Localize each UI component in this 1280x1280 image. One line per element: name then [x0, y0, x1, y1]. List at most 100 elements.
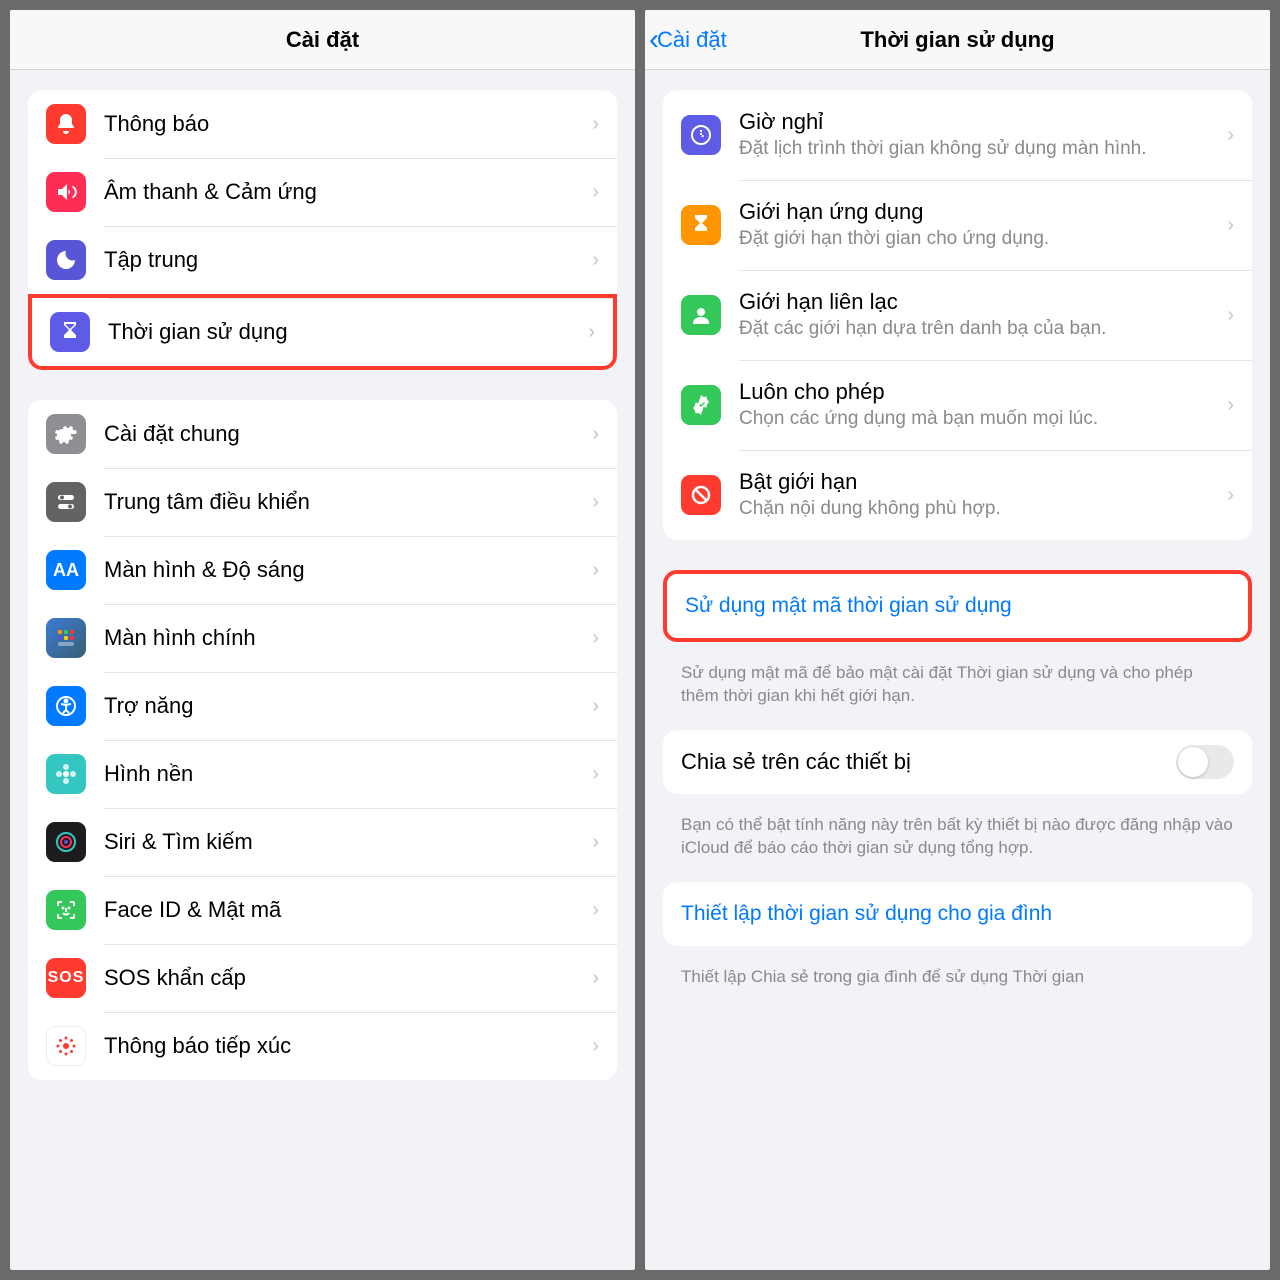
- chevron-right-icon: ›: [592, 559, 599, 582]
- link-label: Sử dụng mật mã thời gian sử dụng: [685, 594, 1012, 618]
- chevron-right-icon: ›: [592, 491, 599, 514]
- siri-icon: [46, 822, 86, 862]
- chevron-right-icon: ›: [592, 113, 599, 136]
- flower-icon: [46, 754, 86, 794]
- settings-row-general[interactable]: Cài đặt chung ›: [28, 400, 617, 468]
- row-label: Tập trung: [104, 247, 582, 273]
- settings-row-home-screen[interactable]: Màn hình chính ›: [28, 604, 617, 672]
- link-label: Thiết lập thời gian sử dụng cho gia đình: [681, 902, 1052, 926]
- screentime-content: Giờ nghỉ Đặt lịch trình thời gian không …: [645, 70, 1270, 1270]
- app-grid-icon: [46, 618, 86, 658]
- row-label: Màn hình & Độ sáng: [104, 557, 582, 583]
- row-label: Face ID & Mật mã: [104, 897, 582, 923]
- option-subtitle: Đặt lịch trình thời gian không sử dụng m…: [739, 137, 1217, 162]
- chevron-right-icon: ›: [1227, 484, 1234, 507]
- settings-row-exposure[interactable]: Thông báo tiếp xúc ›: [28, 1012, 617, 1080]
- row-restrictions[interactable]: Bật giới hạn Chặn nội dung không phù hợp…: [663, 450, 1252, 540]
- text-size-icon: AA: [46, 550, 86, 590]
- row-label: Trung tâm điều khiển: [104, 489, 582, 515]
- hourglass-icon: [50, 312, 90, 352]
- chevron-right-icon: ›: [592, 899, 599, 922]
- settings-row-accessibility[interactable]: Trợ năng ›: [28, 672, 617, 740]
- chevron-right-icon: ›: [592, 249, 599, 272]
- switches-icon: [46, 482, 86, 522]
- page-title: Cài đặt: [286, 27, 359, 53]
- row-label: Thời gian sử dụng: [108, 319, 578, 345]
- settings-row-wallpaper[interactable]: Hình nền ›: [28, 740, 617, 808]
- row-comm-limits[interactable]: Giới hạn liên lạc Đặt các giới hạn dựa t…: [663, 270, 1252, 360]
- row-always-allowed[interactable]: Luôn cho phép Chọn các ứng dụng mà bạn m…: [663, 360, 1252, 450]
- family-setup-link[interactable]: Thiết lập thời gian sử dụng cho gia đình: [663, 882, 1252, 946]
- settings-row-focus[interactable]: Tập trung ›: [28, 226, 617, 294]
- row-label: Thông báo tiếp xúc: [104, 1033, 582, 1059]
- clock-icon: [681, 115, 721, 155]
- chevron-right-icon: ›: [1227, 394, 1234, 417]
- option-title: Giới hạn ứng dụng: [739, 199, 1217, 225]
- share-across-devices-row[interactable]: Chia sẻ trên các thiết bị: [663, 730, 1252, 794]
- speaker-icon: [46, 172, 86, 212]
- row-app-limits[interactable]: Giới hạn ứng dụng Đặt giới hạn thời gian…: [663, 180, 1252, 270]
- row-label: Âm thanh & Cảm ứng: [104, 179, 582, 205]
- share-label: Chia sẻ trên các thiết bị: [681, 749, 1176, 775]
- family-footer: Thiết lập Chia sẻ trong gia đình để sử d…: [663, 958, 1252, 1011]
- chevron-right-icon: ›: [1227, 214, 1234, 237]
- share-toggle[interactable]: [1176, 745, 1234, 779]
- settings-row-screentime[interactable]: Thời gian sử dụng ›: [28, 294, 617, 370]
- row-label: Trợ năng: [104, 693, 582, 719]
- chevron-right-icon: ›: [588, 321, 595, 344]
- check-badge-icon: [681, 385, 721, 425]
- settings-row-sos[interactable]: SOS SOS khẩn cấp ›: [28, 944, 617, 1012]
- option-title: Giới hạn liên lạc: [739, 289, 1217, 315]
- chevron-right-icon: ›: [1227, 124, 1234, 147]
- chevron-right-icon: ›: [592, 695, 599, 718]
- header: Cài đặt: [10, 10, 635, 70]
- settings-row-control-center[interactable]: Trung tâm điều khiển ›: [28, 468, 617, 536]
- gear-icon: [46, 414, 86, 454]
- screentime-options-group: Giờ nghỉ Đặt lịch trình thời gian không …: [663, 90, 1252, 540]
- page-title: Thời gian sử dụng: [860, 27, 1054, 53]
- row-label: Siri & Tìm kiếm: [104, 829, 582, 855]
- passcode-footer: Sử dụng mật mã để bảo mật cài đặt Thời g…: [663, 654, 1252, 730]
- settings-screen: Cài đặt Thông báo › Âm thanh & Cảm ứng ›…: [10, 10, 635, 1270]
- settings-row-notifications[interactable]: Thông báo ›: [28, 90, 617, 158]
- option-subtitle: Chọn các ứng dụng mà bạn muốn mọi lúc.: [739, 407, 1217, 432]
- moon-icon: [46, 240, 86, 280]
- row-downtime[interactable]: Giờ nghỉ Đặt lịch trình thời gian không …: [663, 90, 1252, 180]
- settings-group-2: Cài đặt chung › Trung tâm điều khiển › A…: [28, 400, 617, 1080]
- back-label: Cài đặt: [657, 27, 727, 53]
- row-label: Hình nền: [104, 761, 582, 787]
- family-group: Thiết lập thời gian sử dụng cho gia đình: [663, 882, 1252, 946]
- exposure-icon: [46, 1026, 86, 1066]
- use-passcode-link[interactable]: Sử dụng mật mã thời gian sử dụng: [667, 574, 1248, 638]
- passcode-group: Sử dụng mật mã thời gian sử dụng: [663, 570, 1252, 642]
- share-group: Chia sẻ trên các thiết bị: [663, 730, 1252, 794]
- settings-row-faceid[interactable]: Face ID & Mật mã ›: [28, 876, 617, 944]
- chevron-right-icon: ›: [592, 423, 599, 446]
- chevron-right-icon: ›: [592, 831, 599, 854]
- chevron-right-icon: ›: [592, 1035, 599, 1058]
- row-label: Màn hình chính: [104, 625, 582, 651]
- option-subtitle: Đặt giới hạn thời gian cho ứng dụng.: [739, 227, 1217, 252]
- contact-icon: [681, 295, 721, 335]
- screentime-screen: ‹ Cài đặt Thời gian sử dụng Giờ nghỉ Đặt…: [645, 10, 1270, 1270]
- share-footer: Bạn có thể bật tính năng này trên bất kỳ…: [663, 806, 1252, 882]
- bell-icon: [46, 104, 86, 144]
- settings-row-siri[interactable]: Siri & Tìm kiếm ›: [28, 808, 617, 876]
- accessibility-icon: [46, 686, 86, 726]
- chevron-right-icon: ›: [592, 763, 599, 786]
- settings-row-sounds[interactable]: Âm thanh & Cảm ứng ›: [28, 158, 617, 226]
- row-label: Cài đặt chung: [104, 421, 582, 447]
- chevron-right-icon: ›: [592, 181, 599, 204]
- option-title: Giờ nghỉ: [739, 109, 1217, 135]
- chevron-right-icon: ›: [1227, 304, 1234, 327]
- sos-icon: SOS: [46, 958, 86, 998]
- settings-row-display[interactable]: AA Màn hình & Độ sáng ›: [28, 536, 617, 604]
- row-label: SOS khẩn cấp: [104, 965, 582, 991]
- back-button[interactable]: ‹ Cài đặt: [649, 25, 727, 55]
- restrict-icon: [681, 475, 721, 515]
- option-title: Luôn cho phép: [739, 379, 1217, 405]
- row-label: Thông báo: [104, 111, 582, 137]
- chevron-right-icon: ›: [592, 967, 599, 990]
- option-subtitle: Đặt các giới hạn dựa trên danh bạ của bạ…: [739, 317, 1217, 342]
- faceid-icon: [46, 890, 86, 930]
